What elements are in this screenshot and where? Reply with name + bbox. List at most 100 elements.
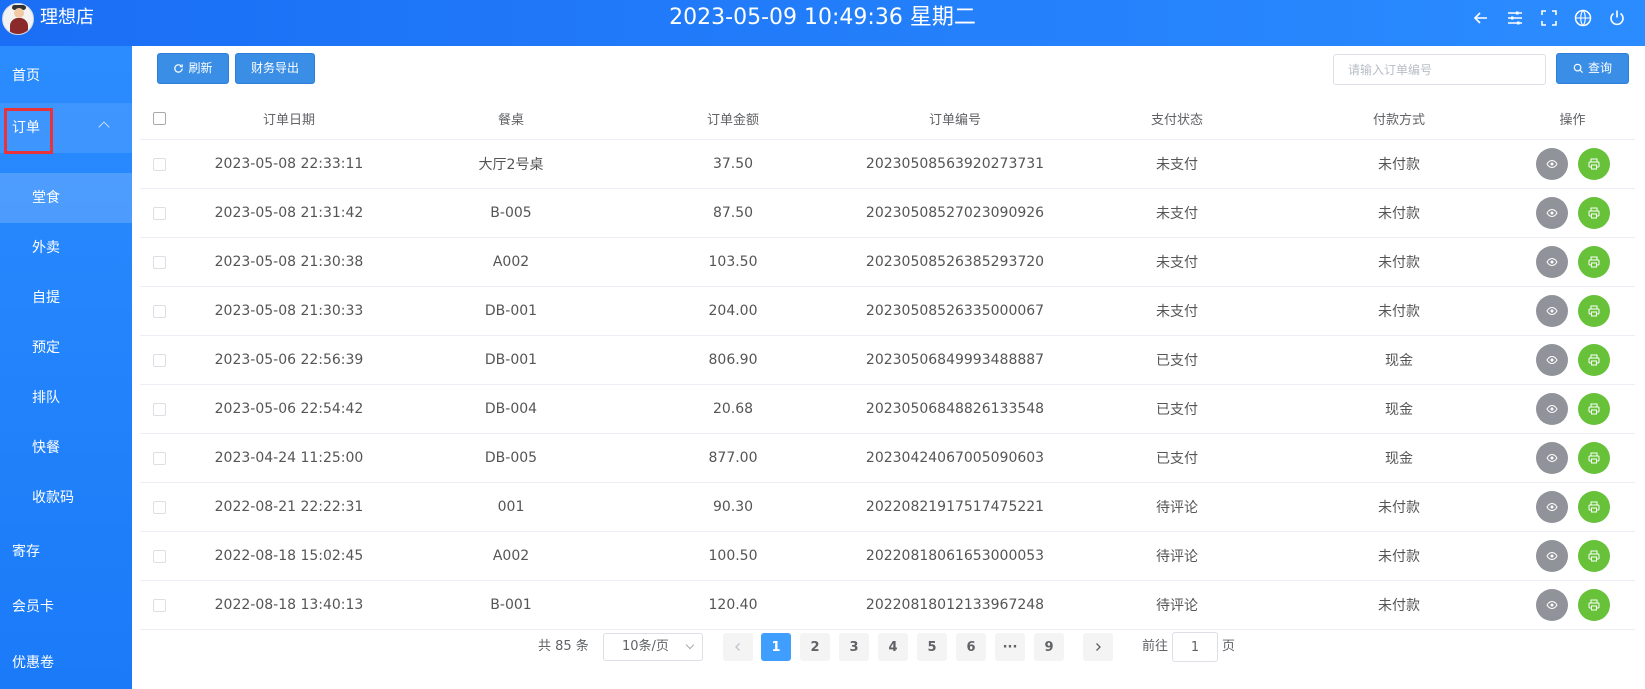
sidebar-item-reservation[interactable]: 预定 (0, 323, 132, 373)
page-size-select[interactable]: 10条/页 (603, 633, 703, 661)
cell-pay-status: 已支付 (1156, 451, 1198, 467)
goto-page-input[interactable] (1172, 632, 1218, 662)
prev-page-button[interactable] (723, 633, 753, 661)
next-page-button[interactable] (1083, 633, 1113, 661)
cell-order-date: 2023-05-08 22:33:11 (214, 156, 364, 172)
sidebar-item-member-card[interactable]: 会员卡 (0, 582, 132, 632)
view-button[interactable] (1535, 344, 1568, 376)
view-button[interactable] (1535, 393, 1568, 425)
page-button[interactable]: 3 (839, 633, 869, 661)
row-checkbox[interactable] (152, 353, 166, 367)
order-search-input[interactable] (1333, 54, 1546, 85)
view-button[interactable] (1535, 491, 1568, 523)
power-icon[interactable] (1607, 8, 1627, 28)
cell-table: A002 (492, 548, 530, 564)
sidebar: 首页 订单 堂食 外卖 自提 预定 排队 快餐 收款码 寄存 会员卡 优惠卷 (0, 46, 132, 689)
cell-pay-method: 未付款 (1378, 598, 1420, 614)
view-button[interactable] (1535, 442, 1568, 474)
table-row: 2023-05-08 21:30:33 DB-001 204.00 202305085… (140, 287, 1635, 336)
select-all-checkbox[interactable] (152, 112, 166, 125)
print-button[interactable] (1577, 491, 1610, 523)
row-checkbox[interactable] (152, 304, 166, 318)
sidebar-item-storage[interactable]: 寄存 (0, 527, 132, 577)
view-button[interactable] (1535, 197, 1568, 229)
cell-pay-status: 未支付 (1156, 255, 1198, 271)
row-checkbox[interactable] (152, 402, 166, 416)
cell-order-no: 20230508526385293720 (865, 254, 1045, 270)
cell-pay-method: 未付款 (1378, 157, 1420, 173)
page-button[interactable]: 4 (878, 633, 908, 661)
view-button[interactable] (1535, 246, 1568, 278)
cell-pay-status: 待评论 (1156, 500, 1198, 516)
table-row: 2023-05-08 21:31:42 B-005 87.50 20230508527… (140, 189, 1635, 238)
back-arrow-icon[interactable] (1471, 8, 1491, 28)
cell-order-no: 20230508527023090926 (865, 205, 1045, 221)
cell-amount: 90.30 (712, 499, 754, 515)
page-button[interactable]: 2 (800, 633, 830, 661)
table-row: 2022-08-18 13:40:13 B-001 120.40 2022081801… (140, 581, 1635, 630)
goto-prefix: 前往 (1142, 639, 1169, 654)
sidebar-item-label: 寄存 (12, 544, 40, 560)
cell-pay-method: 未付款 (1378, 304, 1420, 320)
cell-table: DB-001 (484, 303, 538, 319)
row-checkbox[interactable] (152, 598, 166, 612)
row-checkbox[interactable] (152, 206, 166, 220)
page-button[interactable]: 5 (917, 633, 947, 661)
view-button[interactable] (1535, 589, 1568, 621)
goto-suffix: 页 (1222, 639, 1236, 654)
orders-table: 订单日期 餐桌 订单金额 订单编号 支付状态 付款方式 操作 2023-05-0… (140, 98, 1635, 630)
cell-table: B-001 (490, 597, 532, 613)
cell-order-date: 2022-08-18 15:02:45 (214, 548, 364, 564)
refresh-button[interactable]: 刷新 (157, 53, 229, 84)
cell-order-no: 20230508563920273731 (865, 156, 1045, 172)
view-button[interactable] (1535, 295, 1568, 327)
row-checkbox[interactable] (152, 157, 166, 171)
cell-order-date: 2023-05-08 21:30:33 (214, 303, 364, 319)
fullscreen-icon[interactable] (1539, 8, 1559, 28)
sidebar-item-payment-code[interactable]: 收款码 (0, 473, 132, 523)
highlight-box (4, 108, 53, 154)
print-button[interactable] (1577, 246, 1610, 278)
sidebar-item-takeout[interactable]: 外卖 (0, 223, 132, 273)
sidebar-item-queue[interactable]: 排队 (0, 373, 132, 423)
page-button[interactable]: 1 (761, 633, 791, 661)
print-button[interactable] (1577, 442, 1610, 474)
sidebar-item-home[interactable]: 首页 (0, 51, 132, 101)
print-button[interactable] (1577, 295, 1610, 327)
sidebar-item-label: 自提 (32, 290, 60, 306)
page-button[interactable]: 9 (1034, 633, 1064, 661)
print-button[interactable] (1577, 197, 1610, 229)
cell-amount: 100.50 (708, 548, 758, 564)
globe-icon[interactable] (1573, 8, 1593, 28)
row-checkbox[interactable] (152, 549, 166, 563)
eye-icon (1545, 257, 1558, 267)
cell-table: DB-005 (484, 450, 538, 466)
print-button[interactable] (1577, 148, 1610, 180)
sidebar-item-pickup[interactable]: 自提 (0, 273, 132, 323)
query-button[interactable]: 查询 (1556, 53, 1629, 84)
sliders-icon[interactable] (1505, 8, 1525, 28)
cell-pay-method: 现金 (1385, 451, 1413, 467)
print-button[interactable] (1577, 393, 1610, 425)
eye-icon (1545, 404, 1558, 414)
row-checkbox[interactable] (152, 451, 166, 465)
sidebar-item-fastfood[interactable]: 快餐 (0, 423, 132, 473)
row-checkbox[interactable] (152, 255, 166, 269)
row-checkbox[interactable] (152, 500, 166, 514)
printer-icon (1588, 501, 1599, 513)
page-ellipsis[interactable]: ··· (995, 633, 1025, 661)
print-button[interactable] (1577, 589, 1610, 621)
sidebar-item-label: 预定 (32, 340, 60, 356)
print-button[interactable] (1577, 540, 1610, 572)
view-button[interactable] (1535, 148, 1568, 180)
printer-icon (1588, 403, 1599, 415)
view-button[interactable] (1535, 540, 1568, 572)
sidebar-item-dine-in[interactable]: 堂食 (0, 173, 132, 223)
cell-order-date: 2023-05-08 21:30:38 (214, 254, 364, 270)
sidebar-item-label: 优惠卷 (12, 655, 54, 671)
print-button[interactable] (1577, 344, 1610, 376)
export-button[interactable]: 财务导出 (235, 53, 315, 84)
printer-icon (1588, 256, 1599, 268)
page-button[interactable]: 6 (956, 633, 986, 661)
sidebar-item-coupons[interactable]: 优惠卷 (0, 638, 132, 688)
